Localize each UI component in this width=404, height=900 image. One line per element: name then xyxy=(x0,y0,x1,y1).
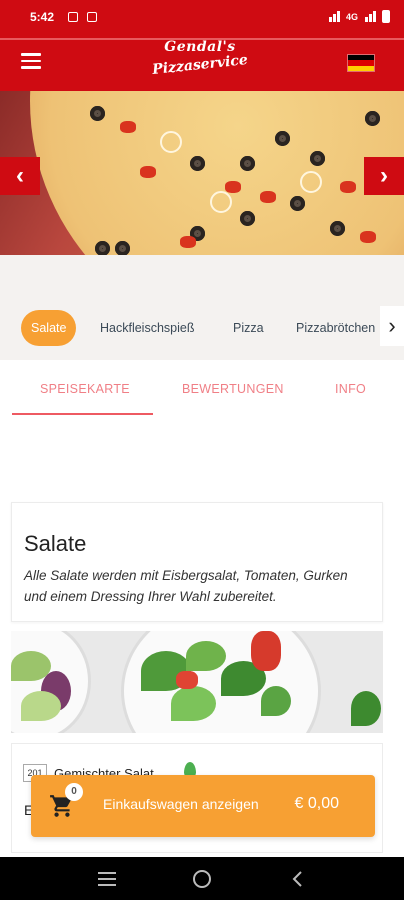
notification-icon xyxy=(68,11,79,22)
category-salate[interactable]: Salate xyxy=(21,310,77,346)
back-icon xyxy=(292,870,302,887)
tomato-topping xyxy=(180,236,196,248)
app-header: Gendal's Pizzaservice xyxy=(0,33,404,91)
signal-icon xyxy=(328,11,340,22)
tomato-topping xyxy=(140,166,156,178)
tomato-topping xyxy=(340,181,356,193)
view-cart-button[interactable]: 0 Einkaufswagen anzeigen € 0,00 xyxy=(31,775,375,837)
logo-line-2: Pizzaservice xyxy=(151,52,249,78)
olive-topping xyxy=(115,241,130,255)
olive-topping xyxy=(330,221,345,236)
slider-next-button[interactable]: › xyxy=(364,157,404,195)
tomato-topping xyxy=(120,121,136,133)
network-type: 4G xyxy=(345,11,358,22)
olive-topping xyxy=(290,196,305,211)
onion-topping xyxy=(210,191,232,213)
notification-icon xyxy=(87,11,98,22)
slider-prev-button[interactable]: ‹ xyxy=(0,157,40,195)
lettuce-leaf xyxy=(21,691,61,721)
system-nav-bar xyxy=(0,857,404,900)
section-description: Alle Salate werden mit Eisbergsalat, Tom… xyxy=(24,568,348,604)
category-hackfleischspiess[interactable]: Hackfleischspieß xyxy=(100,310,194,346)
onion-topping xyxy=(300,171,322,193)
category-bar: Salate Hackfleischspieß Pizza Pizzabrötc… xyxy=(0,296,404,360)
tab-bewertungen[interactable]: BEWERTUNGEN xyxy=(182,382,284,396)
category-scroll-right-button[interactable]: › xyxy=(380,306,404,346)
german-flag-icon[interactable] xyxy=(348,55,374,71)
olive-topping xyxy=(240,156,255,171)
cart-total: € 0,00 xyxy=(294,795,339,812)
section-header-card: Salate Alle Salate werden mit Eisbergsal… xyxy=(11,502,383,622)
hamburger-icon xyxy=(21,53,41,56)
olive-topping xyxy=(275,131,290,146)
pizza-image xyxy=(30,91,404,255)
tomato-slice xyxy=(251,631,281,671)
olive-topping xyxy=(90,106,105,121)
olive-topping xyxy=(95,241,110,255)
olive-topping xyxy=(310,151,325,166)
cart-count-badge: 0 xyxy=(65,783,83,801)
tab-indicator xyxy=(12,413,153,415)
salad-image xyxy=(11,631,383,733)
cart-label: Einkaufswagen anzeigen xyxy=(103,796,259,812)
recent-apps-button[interactable] xyxy=(92,864,122,894)
chevron-left-icon: ‹ xyxy=(16,162,24,189)
tomato-topping xyxy=(225,181,241,193)
hero-slider: ‹ › xyxy=(0,91,404,255)
herb-leaf xyxy=(351,691,381,726)
menu-button[interactable] xyxy=(21,53,41,69)
lettuce-leaf xyxy=(171,686,216,721)
hamburger-icon-line xyxy=(21,59,41,62)
home-icon xyxy=(192,869,211,888)
tab-info[interactable]: INFO xyxy=(335,382,366,396)
home-button[interactable] xyxy=(187,864,217,894)
signal-icon xyxy=(364,11,376,22)
chevron-right-icon: › xyxy=(388,313,396,338)
olive-topping xyxy=(240,211,255,226)
tomato-topping xyxy=(360,231,376,243)
tomato-slice xyxy=(176,671,198,689)
lettuce-leaf xyxy=(186,641,226,671)
logo[interactable]: Gendal's Pizzaservice xyxy=(148,37,252,85)
tab-speisekarte[interactable]: SPEISEKARTE xyxy=(40,382,130,396)
hamburger-icon-line xyxy=(21,66,41,69)
section-title: Salate xyxy=(24,531,87,556)
olive-topping xyxy=(190,156,205,171)
recents-icon xyxy=(98,871,117,886)
tomato-topping xyxy=(260,191,276,203)
olive-topping xyxy=(365,111,380,126)
back-button[interactable] xyxy=(282,864,312,894)
status-time: 5:42 xyxy=(30,9,55,24)
lettuce-leaf xyxy=(261,686,291,716)
tab-bar: SPEISEKARTE BEWERTUNGEN INFO xyxy=(0,360,404,416)
onion-topping xyxy=(160,131,182,153)
battery-icon xyxy=(382,10,390,23)
category-pizza[interactable]: Pizza xyxy=(233,310,264,346)
chevron-right-icon: › xyxy=(380,162,388,189)
category-pizzabroetchen[interactable]: Pizzabrötchen xyxy=(296,310,375,346)
status-bar: 5:42 4G xyxy=(0,0,404,33)
